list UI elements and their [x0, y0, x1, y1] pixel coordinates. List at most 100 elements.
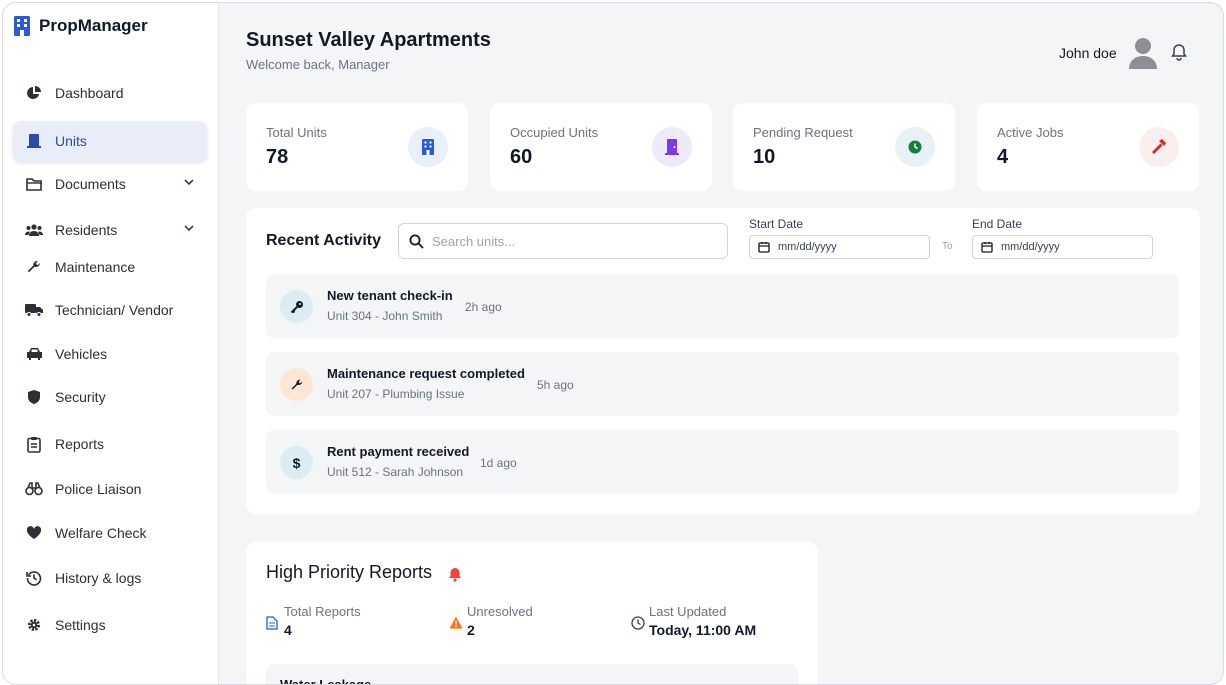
search-box[interactable] — [398, 223, 728, 259]
door-icon — [25, 132, 43, 150]
sidebar-item-label: Documents — [55, 176, 126, 192]
stat-label: Occupied Units — [510, 125, 599, 140]
binoculars-icon — [25, 480, 43, 498]
door-icon — [652, 127, 692, 167]
history-icon — [25, 569, 43, 587]
sidebar-item-label: Residents — [55, 222, 118, 238]
hp-stat-value: 4 — [284, 622, 292, 638]
calendar-icon — [981, 242, 993, 253]
sidebar: PropManager Dashboard Units Documents Re… — [3, 3, 219, 684]
sidebar-item-technician-vendor[interactable]: Technician/ Vendor — [13, 290, 207, 330]
sidebar-item-welfare-check[interactable]: Welfare Check — [13, 513, 207, 553]
hammer-icon — [1139, 127, 1179, 167]
sidebar-item-label: Security — [55, 389, 106, 405]
hp-stat-value: Today, 11:00 AM — [649, 622, 757, 638]
user-name[interactable]: John doe — [1059, 45, 1117, 61]
shield-icon — [25, 388, 43, 406]
wrench-icon — [280, 368, 313, 401]
activity-subtitle: Unit 304 - John Smith — [327, 309, 443, 323]
stat-value: 4 — [997, 146, 1009, 168]
sidebar-item-label: Technician/ Vendor — [55, 302, 174, 318]
activity-title: Rent payment received — [327, 444, 470, 459]
pie-chart-icon — [25, 84, 43, 102]
wrench-icon — [25, 258, 43, 276]
activity-subtitle: Unit 512 - Sarah Johnson — [327, 465, 464, 479]
activity-subtitle: Unit 207 - Plumbing Issue — [327, 387, 465, 401]
sidebar-item-label: History & logs — [55, 570, 142, 586]
sidebar-item-security[interactable]: Security — [13, 377, 207, 417]
activity-item[interactable]: Maintenance request completed Unit 207 -… — [266, 352, 1179, 416]
building-icon — [14, 16, 30, 36]
page-subtitle: Welcome back, Manager — [246, 57, 390, 72]
activity-title: Maintenance request completed — [327, 366, 525, 381]
sidebar-item-units[interactable]: Units — [13, 121, 207, 161]
clipboard-icon — [25, 435, 43, 453]
document-icon — [266, 616, 278, 630]
clock-icon — [631, 616, 645, 630]
end-date-field[interactable]: mm/dd/yyyy — [972, 235, 1153, 259]
sidebar-item-dashboard[interactable]: Dashboard — [13, 73, 207, 113]
dollar-icon: $ — [280, 446, 313, 479]
stat-label: Pending Request — [753, 125, 853, 140]
start-date-value: mm/dd/yyyy — [778, 241, 837, 253]
sidebar-item-maintenance[interactable]: Maintenance — [13, 247, 207, 287]
activity-title: New tenant check-in — [327, 288, 453, 303]
sidebar-item-documents[interactable]: Documents — [13, 164, 207, 204]
stat-value: 60 — [510, 146, 533, 168]
search-icon — [409, 234, 424, 249]
to-label: To — [942, 241, 953, 252]
chevron-down-icon[interactable] — [183, 222, 195, 234]
start-date-field[interactable]: mm/dd/yyyy — [749, 235, 930, 259]
hp-stat-label: Total Reports — [284, 604, 361, 619]
search-input[interactable] — [432, 233, 712, 249]
stat-card-pending-request[interactable]: Pending Request 10 — [733, 103, 955, 191]
sidebar-item-history-logs[interactable]: History & logs — [13, 558, 207, 598]
report-item[interactable]: Water Leakage — [266, 664, 798, 685]
truck-icon — [25, 301, 43, 319]
hp-stat-label: Unresolved — [467, 604, 533, 619]
high-priority-title: High Priority Reports — [266, 562, 433, 582]
sidebar-item-label: Dashboard — [55, 85, 124, 101]
warning-icon — [449, 616, 463, 629]
key-icon — [280, 290, 313, 323]
sidebar-item-label: Welfare Check — [55, 525, 147, 541]
sidebar-item-settings[interactable]: Settings — [13, 605, 207, 645]
sidebar-item-reports[interactable]: Reports — [13, 424, 207, 464]
activity-time: 1d ago — [480, 456, 517, 470]
calendar-icon — [758, 242, 770, 253]
sidebar-item-police-liaison[interactable]: Police Liaison — [13, 469, 207, 509]
end-date-value: mm/dd/yyyy — [1001, 241, 1060, 253]
end-date-label: End Date — [972, 217, 1023, 231]
clock-icon — [895, 127, 935, 167]
hp-stat-value: 2 — [467, 622, 475, 638]
high-priority-panel: High Priority Reports Total Reports 4 Un… — [246, 542, 818, 685]
stat-value: 10 — [753, 146, 776, 168]
brand[interactable]: PropManager — [13, 15, 148, 37]
activity-item[interactable]: $ Rent payment received Unit 512 - Sarah… — [266, 430, 1179, 494]
sidebar-item-label: Reports — [55, 436, 105, 452]
bell-icon[interactable] — [1170, 43, 1188, 61]
sidebar-item-vehicles[interactable]: Vehicles — [13, 334, 207, 374]
brand-name: PropManager — [39, 16, 148, 35]
sidebar-item-residents[interactable]: Residents — [13, 210, 207, 250]
stat-card-occupied-units[interactable]: Occupied Units 60 — [490, 103, 712, 191]
alarm-bell-icon — [449, 568, 461, 582]
sidebar-item-label: Units — [55, 133, 87, 149]
stat-card-total-units[interactable]: Total Units 78 — [246, 103, 468, 191]
building-icon — [408, 127, 448, 167]
sidebar-item-label: Settings — [55, 617, 106, 633]
recent-activity-title: Recent Activity — [266, 232, 381, 249]
users-icon — [25, 221, 43, 239]
recent-activity-panel: Recent Activity Start Date mm/dd/yyyy To… — [246, 208, 1200, 514]
sidebar-item-label: Maintenance — [55, 259, 136, 275]
activity-item[interactable]: New tenant check-in Unit 304 - John Smit… — [266, 274, 1179, 338]
heart-icon — [25, 524, 43, 542]
avatar-icon[interactable] — [1127, 35, 1159, 69]
stat-card-active-jobs[interactable]: Active Jobs 4 — [977, 103, 1199, 191]
page-title: Sunset Valley Apartments — [246, 29, 491, 51]
chevron-down-icon[interactable] — [183, 176, 195, 188]
report-title: Water Leakage — [280, 677, 372, 685]
stat-label: Total Units — [266, 125, 327, 140]
gear-icon — [25, 616, 43, 634]
stat-value: 78 — [266, 146, 289, 168]
